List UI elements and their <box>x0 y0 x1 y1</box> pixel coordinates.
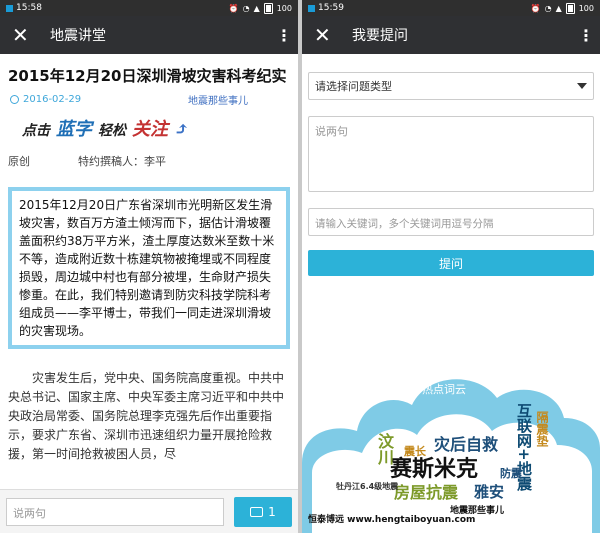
comment-count: 1 <box>268 504 276 519</box>
comment-bubble-icon <box>250 506 264 517</box>
follow-banner[interactable]: 点击 蓝字 轻松 关注 ⤴ <box>0 107 298 141</box>
curved-arrow-icon: ⤴ <box>174 119 190 140</box>
chevron-down-icon <box>577 83 587 89</box>
wifi-icon: ◔ <box>242 3 250 13</box>
banner-text-4: 关注 <box>132 119 168 140</box>
original-label: 原创 <box>8 155 30 168</box>
app-bar: ✕ 地震讲堂 ⋮ <box>0 16 298 54</box>
alarm-icon: ⏰ <box>530 3 541 13</box>
summary-box: 2015年12月20日广东省深圳市光明新区发生滑坡灾害，数百万方渣土倾泻而下，据… <box>8 187 290 349</box>
article-screen: 15:58 ⏰ ◔ ▲ 100 ✕ 地震讲堂 ⋮ 2015年12月20日深圳滑坡… <box>0 0 298 533</box>
app-bar: ✕ 我要提问 ⋮ <box>302 16 600 54</box>
question-textarea[interactable]: 说两句 <box>308 116 594 192</box>
byline: 原创 特约撰稿人：李平 <box>0 141 298 169</box>
status-bar: 15:59 ⏰ ◔ ▲ 100 <box>302 0 600 16</box>
signal-icon: ▲ <box>253 3 260 13</box>
watermark: 恒泰博远 www.hengtaiboyuan.com <box>308 515 476 525</box>
comments-button[interactable]: 1 <box>234 496 292 527</box>
tag-word[interactable]: 汶川 <box>372 433 396 465</box>
battery-level: 100 <box>578 3 594 13</box>
account-link[interactable]: 地震那些事儿 <box>188 92 248 107</box>
banner-text-1: 点击 <box>22 123 50 139</box>
comment-bar: 说两句 1 <box>0 489 298 533</box>
banner-text-3: 轻松 <box>98 123 126 139</box>
tag-word[interactable]: 房屋抗震 <box>394 479 458 503</box>
banner-text-2: 蓝字 <box>56 119 92 140</box>
hot-words-cloud: 热点词云 赛斯米克 灾后自救 互联网+地震 房屋抗震 汶川 雅安 震长 隔震垫 … <box>302 353 600 533</box>
status-time: 15:58 <box>16 3 42 13</box>
clock-icon <box>10 95 19 104</box>
app-notification-icon <box>6 4 13 12</box>
question-type-select[interactable]: 请选择问题类型 <box>308 72 594 100</box>
article-date: 2016-02-29 <box>10 94 188 105</box>
signal-icon: ▲ <box>555 3 562 13</box>
wifi-icon: ◔ <box>544 3 552 13</box>
app-notification-icon <box>308 4 315 12</box>
close-icon[interactable]: ✕ <box>314 25 344 45</box>
author-label: 特约撰稿人：李平 <box>78 155 166 168</box>
tag-word[interactable]: 震长 <box>404 443 426 459</box>
article-body: 灾害发生后，党中央、国务院高度重视。中共中央总书记、国家主席、中央军委主席习近平… <box>8 371 285 461</box>
submit-question-button[interactable]: 提问 <box>308 250 594 276</box>
more-menu-icon[interactable]: ⋮ <box>578 26 594 45</box>
hot-words-title: 热点词云 <box>422 383 466 396</box>
page-title: 我要提问 <box>352 28 408 44</box>
battery-level: 100 <box>276 3 292 13</box>
date-text: 2016-02-29 <box>23 94 82 105</box>
tag-word[interactable]: 防震 <box>500 465 522 481</box>
question-type-label: 请选择问题类型 <box>315 80 392 93</box>
keywords-input[interactable]: 请输入关键词，多个关键词用逗号分隔 <box>308 208 594 236</box>
status-bar: 15:58 ⏰ ◔ ▲ 100 <box>0 0 298 16</box>
tag-word[interactable]: 灾后自救 <box>434 431 498 455</box>
tag-word[interactable]: 牡丹江6.4级地震 <box>336 481 398 492</box>
alarm-icon: ⏰ <box>228 3 239 13</box>
tag-word[interactable]: 雅安 <box>474 481 504 502</box>
question-form: 请选择问题类型 说两句 请输入关键词，多个关键词用逗号分隔 提问 <box>302 72 600 276</box>
more-menu-icon[interactable]: ⋮ <box>276 26 292 45</box>
comment-input[interactable]: 说两句 <box>6 497 224 526</box>
question-screen: 15:59 ⏰ ◔ ▲ 100 ✕ 我要提问 ⋮ 请选择问题类型 说两句 请输入… <box>302 0 600 533</box>
status-time: 15:59 <box>318 3 344 13</box>
article-title: 2015年12月20日深圳滑坡灾害科考纪实 <box>8 67 287 85</box>
battery-icon <box>565 2 575 14</box>
article-meta: 2016-02-29 地震那些事儿 <box>0 86 298 107</box>
page-title: 地震讲堂 <box>50 28 106 44</box>
close-icon[interactable]: ✕ <box>12 25 42 45</box>
tag-word[interactable]: 隔震垫 <box>534 411 551 447</box>
battery-icon <box>263 2 273 14</box>
